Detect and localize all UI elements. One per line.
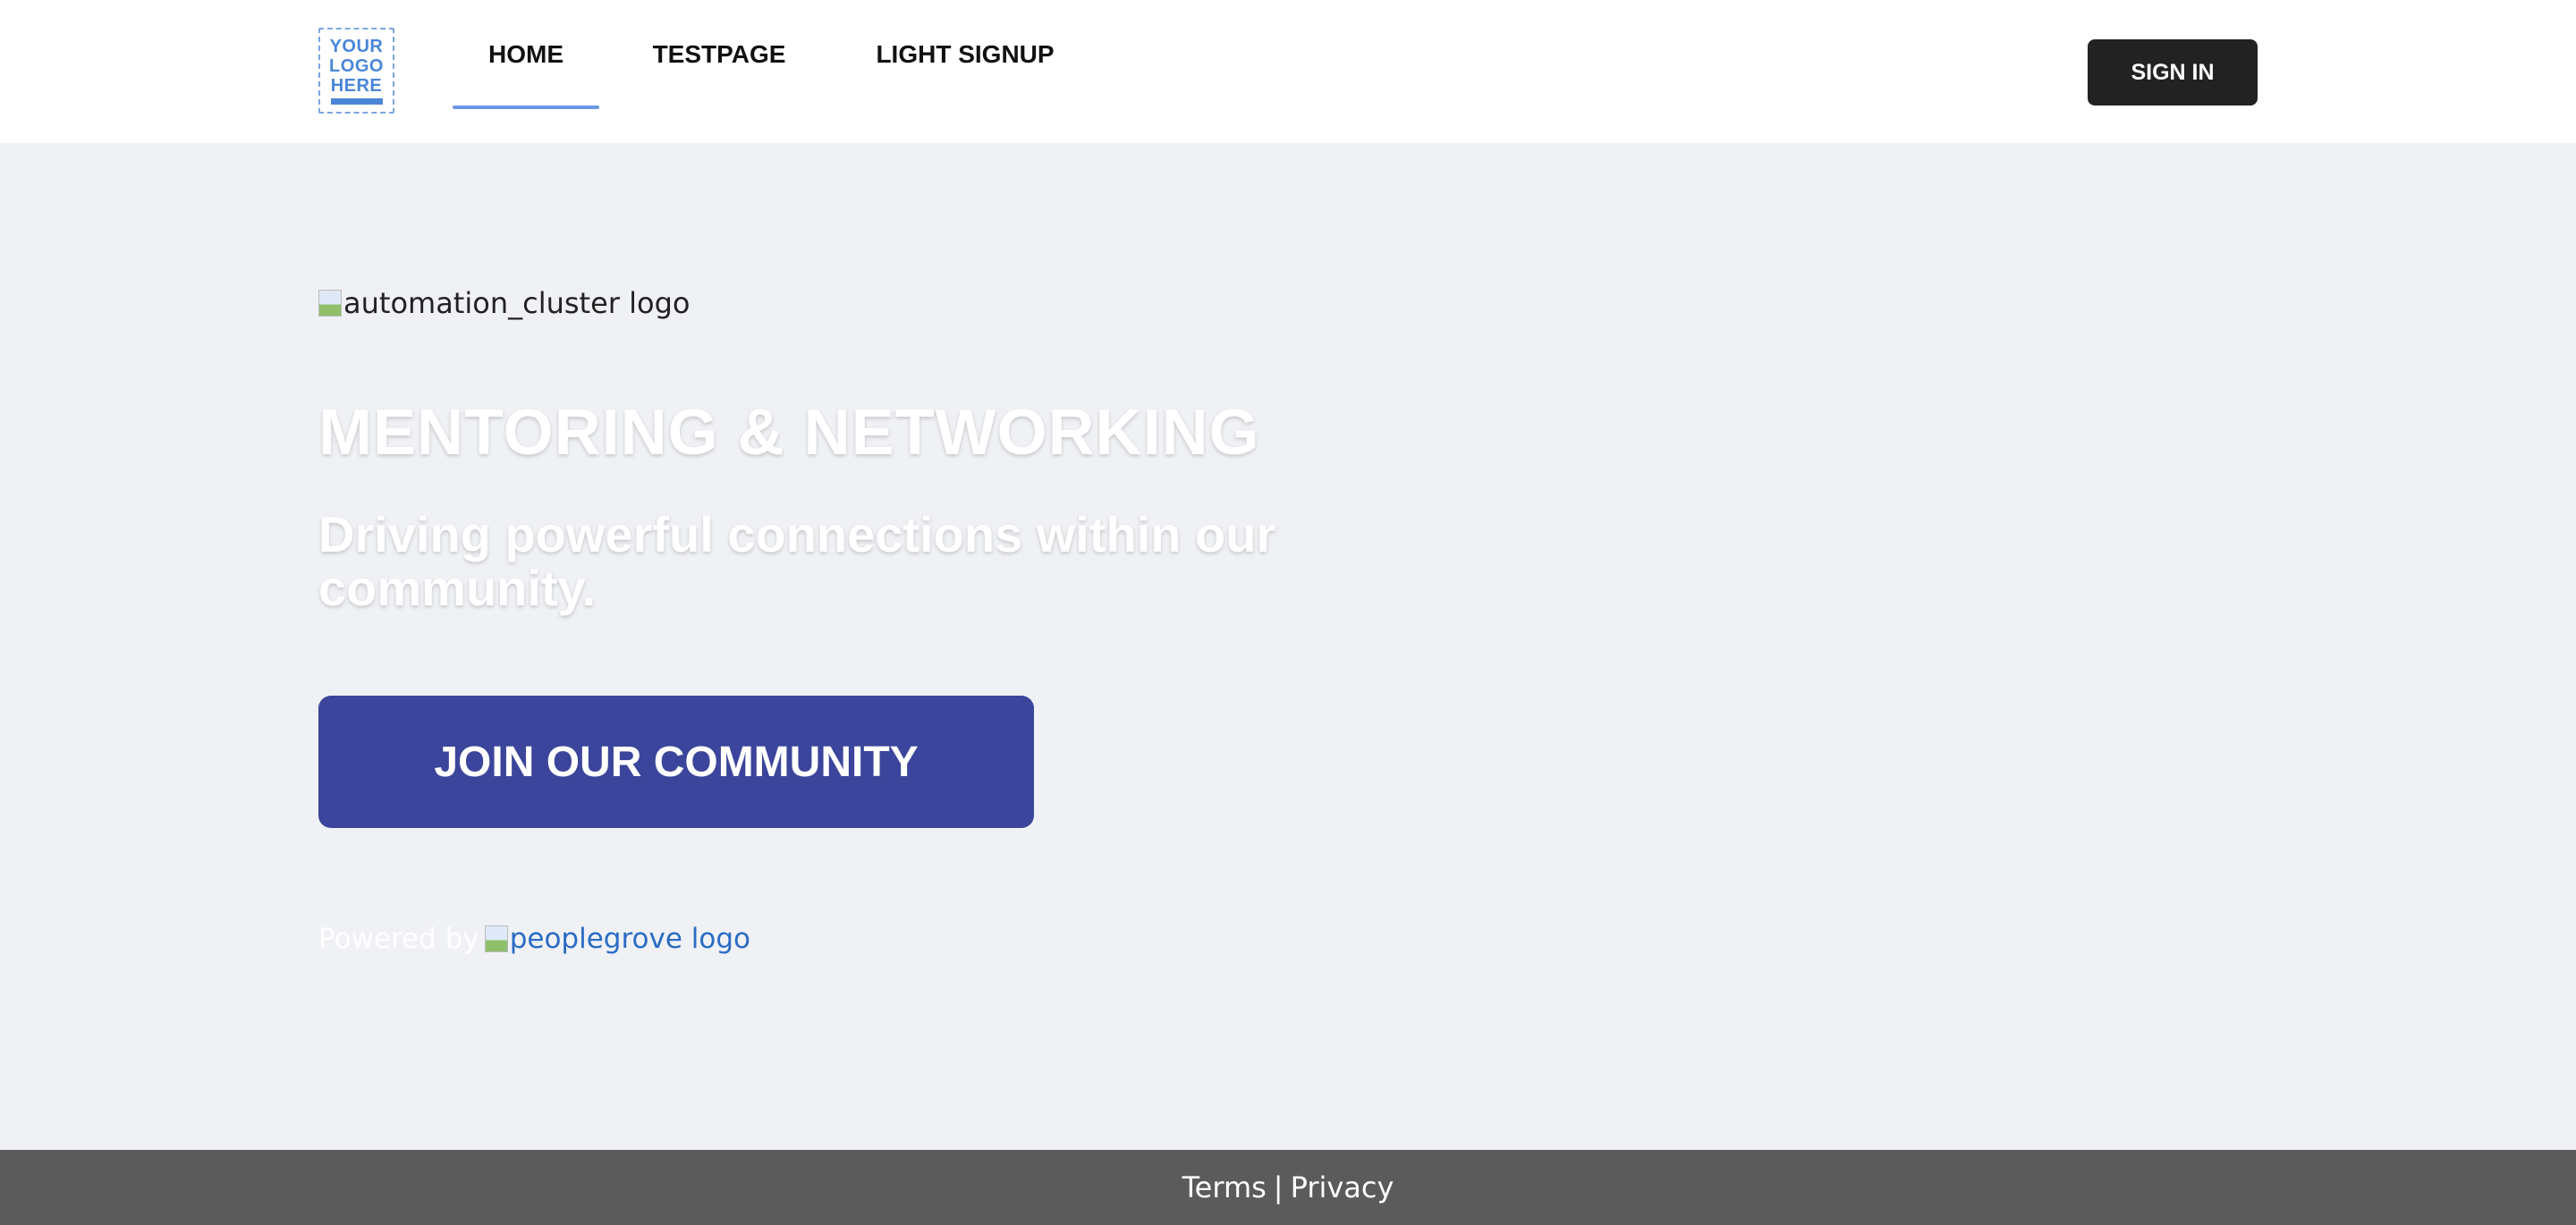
nav-item-label: LIGHT SIGNUP [876, 40, 1055, 68]
peoplegrove-logo-alt-text: peoplegrove logo [509, 923, 750, 955]
broken-image-icon [484, 925, 508, 952]
community-logo-alt-text: automation_cluster logo [343, 286, 691, 320]
hero-title: MENTORING & NETWORKING [318, 397, 1260, 469]
sign-in-button[interactable]: SIGN IN [2088, 39, 2258, 106]
sign-in-label: SIGN IN [2131, 59, 2215, 85]
community-logo: automation_cluster logo [318, 283, 690, 324]
logo-text-line-1: YOUR [329, 37, 384, 56]
logo-bar [330, 98, 383, 105]
broken-image-icon [318, 290, 342, 317]
site-footer: Terms | Privacy [0, 1150, 2576, 1225]
terms-link[interactable]: Terms [1182, 1170, 1267, 1204]
footer-separator: | [1273, 1170, 1284, 1204]
peoplegrove-logo-link[interactable]: peoplegrove logo [484, 923, 750, 955]
logo-text-line-3: HERE [330, 76, 383, 96]
join-community-label: JOIN OUR COMMUNITY [434, 738, 919, 786]
nav-item-home[interactable]: HOME [453, 0, 599, 109]
site-logo[interactable]: YOUR LOGO HERE [318, 28, 394, 114]
nav-item-label: HOME [488, 40, 564, 68]
nav-item-light-signup[interactable]: LIGHT SIGNUP [860, 0, 1070, 109]
nav-item-testpage[interactable]: TESTPAGE [631, 0, 807, 109]
privacy-link[interactable]: Privacy [1291, 1170, 1394, 1204]
join-community-button[interactable]: JOIN OUR COMMUNITY [318, 696, 1034, 828]
powered-by-label: Powered by [318, 923, 479, 955]
powered-by: Powered by peoplegrove logo [318, 919, 750, 959]
hero-subtitle: Driving powerful connections within our … [318, 506, 1276, 616]
nav-item-label: TESTPAGE [652, 40, 786, 68]
logo-text-line-2: LOGO [329, 56, 384, 76]
site-header: YOUR LOGO HERE HOME TESTPAGE LIGHT SIGNU… [0, 0, 2576, 143]
